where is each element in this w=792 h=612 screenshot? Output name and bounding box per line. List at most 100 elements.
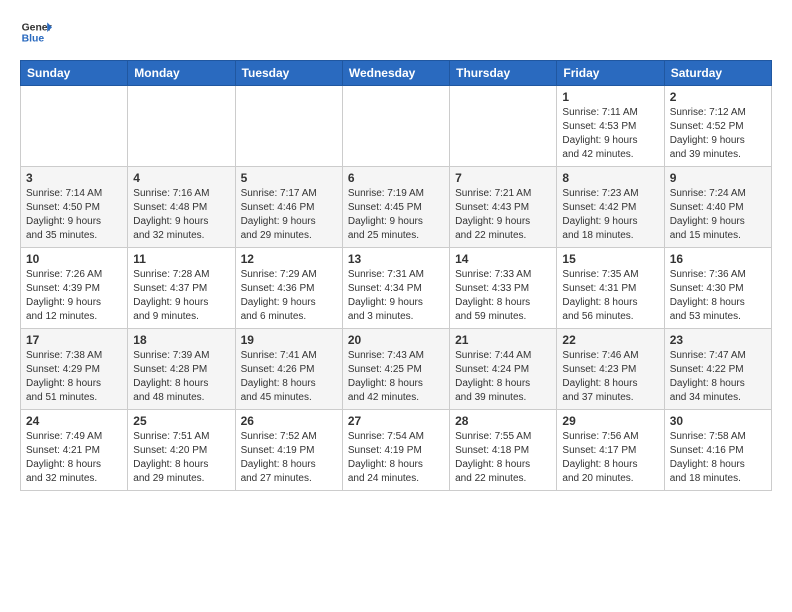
weekday-header-monday: Monday xyxy=(128,61,235,86)
day-info: Sunrise: 7:51 AM Sunset: 4:20 PM Dayligh… xyxy=(133,430,229,486)
day-number: 25 xyxy=(133,414,229,428)
calendar-cell: 21 Sunrise: 7:44 AM Sunset: 4:24 PM Dayli… xyxy=(450,329,557,410)
day-info: Sunrise: 7:29 AM Sunset: 4:36 PM Dayligh… xyxy=(241,268,337,324)
day-info: Sunrise: 7:23 AM Sunset: 4:42 PM Dayligh… xyxy=(562,187,658,243)
day-info: Sunrise: 7:11 AM Sunset: 4:53 PM Dayligh… xyxy=(562,106,658,162)
day-number: 7 xyxy=(455,171,551,185)
weekday-header-row: SundayMondayTuesdayWednesdayThursdayFrid… xyxy=(21,61,772,86)
day-info: Sunrise: 7:54 AM Sunset: 4:19 PM Dayligh… xyxy=(348,430,444,486)
day-info: Sunrise: 7:49 AM Sunset: 4:21 PM Dayligh… xyxy=(26,430,122,486)
calendar-cell: 11 Sunrise: 7:28 AM Sunset: 4:37 PM Dayli… xyxy=(128,248,235,329)
calendar-cell: 1 Sunrise: 7:11 AM Sunset: 4:53 PM Daylig… xyxy=(557,86,664,167)
day-info: Sunrise: 7:56 AM Sunset: 4:17 PM Dayligh… xyxy=(562,430,658,486)
day-info: Sunrise: 7:24 AM Sunset: 4:40 PM Dayligh… xyxy=(670,187,766,243)
day-info: Sunrise: 7:31 AM Sunset: 4:34 PM Dayligh… xyxy=(348,268,444,324)
day-number: 17 xyxy=(26,333,122,347)
day-number: 19 xyxy=(241,333,337,347)
calendar-cell xyxy=(128,86,235,167)
calendar-cell: 8 Sunrise: 7:23 AM Sunset: 4:42 PM Daylig… xyxy=(557,167,664,248)
calendar-cell xyxy=(21,86,128,167)
weekday-header-saturday: Saturday xyxy=(664,61,771,86)
day-number: 12 xyxy=(241,252,337,266)
day-info: Sunrise: 7:41 AM Sunset: 4:26 PM Dayligh… xyxy=(241,349,337,405)
calendar-cell: 23Sunrise: 7:47 AM Sunset: 4:22 PM Dayli… xyxy=(664,329,771,410)
calendar-week-2: 3Sunrise: 7:14 AM Sunset: 4:50 PM Daylig… xyxy=(21,167,772,248)
calendar-cell: 5 Sunrise: 7:17 AM Sunset: 4:46 PM Daylig… xyxy=(235,167,342,248)
day-number: 9 xyxy=(670,171,766,185)
day-info: Sunrise: 7:26 AM Sunset: 4:39 PM Dayligh… xyxy=(26,268,122,324)
calendar-cell: 26 Sunrise: 7:52 AM Sunset: 4:19 PM Dayli… xyxy=(235,410,342,491)
day-number: 13 xyxy=(348,252,444,266)
day-info: Sunrise: 7:16 AM Sunset: 4:48 PM Dayligh… xyxy=(133,187,229,243)
calendar-week-4: 17 Sunrise: 7:38 AM Sunset: 4:29 PM Dayli… xyxy=(21,329,772,410)
day-number: 15 xyxy=(562,252,658,266)
calendar-cell: 29 Sunrise: 7:56 AM Sunset: 4:17 PM Dayli… xyxy=(557,410,664,491)
calendar-cell: 28 Sunrise: 7:55 AM Sunset: 4:18 PM Dayli… xyxy=(450,410,557,491)
day-number: 10 xyxy=(26,252,122,266)
day-number: 6 xyxy=(348,171,444,185)
page: General Blue SundayMondayTuesdayWednesda… xyxy=(0,0,792,511)
day-info: Sunrise: 7:55 AM Sunset: 4:18 PM Dayligh… xyxy=(455,430,551,486)
day-info: Sunrise: 7:17 AM Sunset: 4:46 PM Dayligh… xyxy=(241,187,337,243)
calendar-cell xyxy=(342,86,449,167)
logo-icon: General Blue xyxy=(20,16,52,48)
day-info: Sunrise: 7:19 AM Sunset: 4:45 PM Dayligh… xyxy=(348,187,444,243)
day-info: Sunrise: 7:43 AM Sunset: 4:25 PM Dayligh… xyxy=(348,349,444,405)
day-number: 8 xyxy=(562,171,658,185)
day-number: 28 xyxy=(455,414,551,428)
calendar-cell: 16Sunrise: 7:36 AM Sunset: 4:30 PM Dayli… xyxy=(664,248,771,329)
calendar-cell: 24Sunrise: 7:49 AM Sunset: 4:21 PM Dayli… xyxy=(21,410,128,491)
day-info: Sunrise: 7:38 AM Sunset: 4:29 PM Dayligh… xyxy=(26,349,122,405)
day-info: Sunrise: 7:35 AM Sunset: 4:31 PM Dayligh… xyxy=(562,268,658,324)
calendar-cell: 9 Sunrise: 7:24 AM Sunset: 4:40 PM Daylig… xyxy=(664,167,771,248)
calendar-cell: 2 Sunrise: 7:12 AM Sunset: 4:52 PM Daylig… xyxy=(664,86,771,167)
calendar-cell: 27 Sunrise: 7:54 AM Sunset: 4:19 PM Dayli… xyxy=(342,410,449,491)
day-info: Sunrise: 7:28 AM Sunset: 4:37 PM Dayligh… xyxy=(133,268,229,324)
day-number: 21 xyxy=(455,333,551,347)
day-number: 1 xyxy=(562,90,658,104)
day-number: 23 xyxy=(670,333,766,347)
calendar-cell xyxy=(450,86,557,167)
day-number: 14 xyxy=(455,252,551,266)
calendar-cell: 14 Sunrise: 7:33 AM Sunset: 4:33 PM Dayli… xyxy=(450,248,557,329)
day-info: Sunrise: 7:44 AM Sunset: 4:24 PM Dayligh… xyxy=(455,349,551,405)
calendar-cell: 22Sunrise: 7:46 AM Sunset: 4:23 PM Dayli… xyxy=(557,329,664,410)
calendar-cell: 17 Sunrise: 7:38 AM Sunset: 4:29 PM Dayli… xyxy=(21,329,128,410)
day-info: Sunrise: 7:12 AM Sunset: 4:52 PM Dayligh… xyxy=(670,106,766,162)
day-number: 5 xyxy=(241,171,337,185)
calendar-cell: 10 Sunrise: 7:26 AM Sunset: 4:39 PM Dayli… xyxy=(21,248,128,329)
day-number: 4 xyxy=(133,171,229,185)
calendar-cell: 19 Sunrise: 7:41 AM Sunset: 4:26 PM Dayli… xyxy=(235,329,342,410)
day-info: Sunrise: 7:33 AM Sunset: 4:33 PM Dayligh… xyxy=(455,268,551,324)
day-number: 11 xyxy=(133,252,229,266)
calendar-table: SundayMondayTuesdayWednesdayThursdayFrid… xyxy=(20,60,772,491)
calendar-cell: 20 Sunrise: 7:43 AM Sunset: 4:25 PM Dayli… xyxy=(342,329,449,410)
day-number: 27 xyxy=(348,414,444,428)
calendar-week-1: 1 Sunrise: 7:11 AM Sunset: 4:53 PM Daylig… xyxy=(21,86,772,167)
day-info: Sunrise: 7:46 AM Sunset: 4:23 PM Dayligh… xyxy=(562,349,658,405)
calendar-cell: 12 Sunrise: 7:29 AM Sunset: 4:36 PM Dayli… xyxy=(235,248,342,329)
calendar-cell: 6 Sunrise: 7:19 AM Sunset: 4:45 PM Daylig… xyxy=(342,167,449,248)
day-info: Sunrise: 7:14 AM Sunset: 4:50 PM Dayligh… xyxy=(26,187,122,243)
calendar-cell: 30Sunrise: 7:58 AM Sunset: 4:16 PM Dayli… xyxy=(664,410,771,491)
weekday-header-thursday: Thursday xyxy=(450,61,557,86)
weekday-header-tuesday: Tuesday xyxy=(235,61,342,86)
day-number: 18 xyxy=(133,333,229,347)
svg-text:Blue: Blue xyxy=(22,34,45,45)
day-number: 26 xyxy=(241,414,337,428)
day-number: 20 xyxy=(348,333,444,347)
logo: General Blue xyxy=(20,16,52,48)
calendar-week-3: 10 Sunrise: 7:26 AM Sunset: 4:39 PM Dayli… xyxy=(21,248,772,329)
day-info: Sunrise: 7:58 AM Sunset: 4:16 PM Dayligh… xyxy=(670,430,766,486)
calendar-cell xyxy=(235,86,342,167)
calendar-week-5: 24Sunrise: 7:49 AM Sunset: 4:21 PM Dayli… xyxy=(21,410,772,491)
calendar-cell: 7Sunrise: 7:21 AM Sunset: 4:43 PM Daylig… xyxy=(450,167,557,248)
calendar-cell: 15 Sunrise: 7:35 AM Sunset: 4:31 PM Dayli… xyxy=(557,248,664,329)
calendar-cell: 25 Sunrise: 7:51 AM Sunset: 4:20 PM Dayli… xyxy=(128,410,235,491)
day-info: Sunrise: 7:36 AM Sunset: 4:30 PM Dayligh… xyxy=(670,268,766,324)
day-number: 2 xyxy=(670,90,766,104)
day-info: Sunrise: 7:39 AM Sunset: 4:28 PM Dayligh… xyxy=(133,349,229,405)
day-number: 29 xyxy=(562,414,658,428)
day-info: Sunrise: 7:52 AM Sunset: 4:19 PM Dayligh… xyxy=(241,430,337,486)
header: General Blue xyxy=(20,16,772,48)
